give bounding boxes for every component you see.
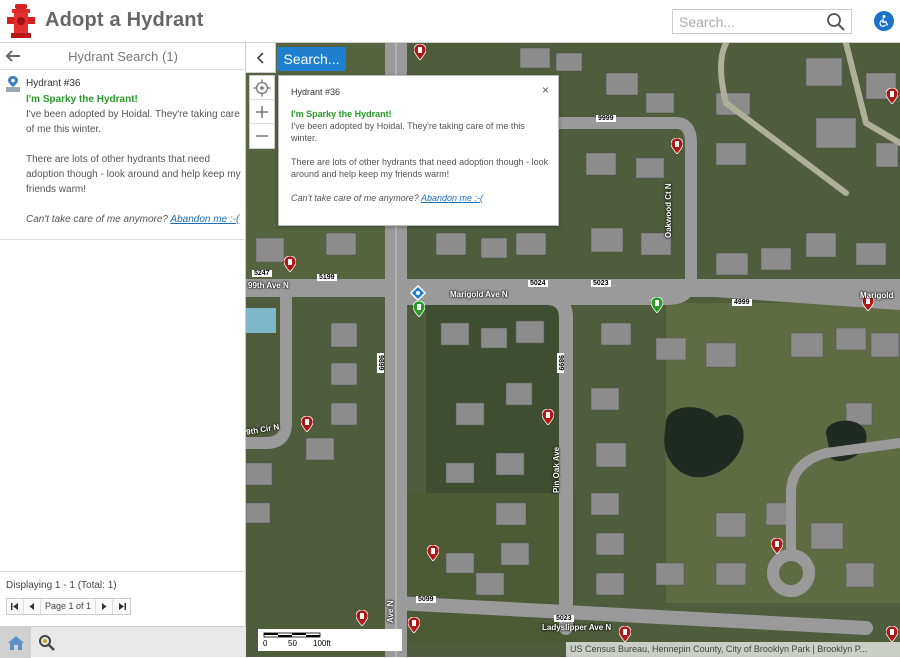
hydrant-marker[interactable]: [542, 409, 554, 425]
search-icon[interactable]: [826, 12, 846, 32]
prev-page-button[interactable]: [24, 599, 41, 614]
collapse-sidebar-button[interactable]: [246, 43, 276, 73]
result-message: There are lots of other hydrants that ne…: [26, 154, 241, 195]
zoom-in-button[interactable]: [250, 100, 274, 124]
popup-abandon-question: Can't take care of me anymore?: [291, 193, 419, 203]
result-title: Hydrant #36: [26, 78, 81, 89]
result-body: I'm Sparky the Hydrant! I've been adopte…: [26, 92, 241, 227]
street-label: Pin Oak Ave: [552, 446, 561, 493]
popup-message: There are lots of other hydrants that ne…: [291, 157, 549, 179]
abandon-link[interactable]: Abandon me :-(: [170, 214, 239, 225]
hydrant-marker[interactable]: [301, 416, 313, 432]
result-abandon-line: Can't take care of me anymore? Abandon m…: [26, 212, 241, 227]
address-label: 5247: [252, 270, 272, 277]
popup-abandon-line: Can't take care of me anymore? Abandon m…: [291, 192, 551, 204]
street-label: Ladyslipper Ave N: [542, 623, 612, 632]
hydrant-marker[interactable]: [886, 626, 898, 642]
hydrant-marker[interactable]: [408, 617, 420, 633]
plus-icon: [256, 105, 268, 118]
map-view[interactable]: 99th Ave N Marigold Ave N Marigold Oakwo…: [246, 43, 900, 657]
prev-page-icon: [29, 603, 34, 610]
pager: Page 1 of 1: [6, 598, 132, 615]
selected-hydrant-marker[interactable]: [410, 285, 426, 301]
results-count: Displaying 1 - 1 (Total: 1): [0, 571, 246, 597]
map-pin-icon: [6, 76, 20, 92]
scale-bar: 0 50 100ft: [258, 629, 402, 651]
sidebar-tabs: [0, 626, 246, 658]
popup-title: Hydrant #36: [291, 87, 341, 97]
scale-tick-0: 0: [263, 639, 268, 648]
locate-icon: [253, 79, 271, 96]
home-icon: [7, 635, 24, 650]
locate-button[interactable]: [250, 76, 274, 100]
street-label: Ave N: [386, 600, 395, 623]
abandon-question: Can't take care of me anymore?: [26, 214, 168, 225]
result-heading: I'm Sparky the Hydrant!: [26, 94, 138, 105]
app-header: Adopt a Hydrant: [0, 0, 900, 43]
address-label: 5099: [416, 596, 436, 603]
first-page-icon: [11, 603, 18, 610]
search-input[interactable]: [673, 10, 818, 33]
next-page-icon: [102, 603, 107, 610]
hydrant-marker[interactable]: [414, 44, 426, 60]
street-label: Marigold: [860, 291, 894, 300]
address-label: 5023: [554, 615, 574, 622]
popup-heading: I'm Sparky the Hydrant!: [291, 109, 392, 119]
first-page-button[interactable]: [7, 599, 24, 614]
hydrant-popup: Hydrant #36 × I'm Sparky the Hydrant! I'…: [278, 75, 559, 226]
tab-home[interactable]: [0, 627, 31, 658]
street-label: 99th Ave N: [248, 281, 289, 290]
hydrant-marker[interactable]: [671, 138, 683, 154]
address-label: 5023: [591, 280, 611, 287]
map-search-button[interactable]: Search...: [277, 47, 346, 71]
page-label: Page 1 of 1: [41, 599, 97, 614]
last-page-icon: [118, 603, 126, 610]
next-page-button[interactable]: [96, 599, 114, 614]
scale-tick-50: 50: [288, 639, 297, 648]
address-label: 5199: [317, 274, 337, 281]
map-attribution: US Census Bureau, Hennepin County, City …: [566, 642, 900, 657]
accessibility-icon: [879, 15, 889, 27]
accessibility-button[interactable]: [874, 11, 894, 31]
hydrant-marker[interactable]: [427, 545, 439, 561]
scale-tick-100: 100ft: [313, 639, 331, 648]
hydrant-logo-icon: [7, 4, 35, 38]
hydrant-marker-adopted[interactable]: [413, 301, 425, 317]
zoom-out-button[interactable]: [250, 124, 274, 148]
address-label: 4999: [732, 299, 752, 306]
popup-body: I'm Sparky the Hydrant! I've been adopte…: [291, 108, 551, 204]
address-label: 9899: [377, 353, 384, 373]
hydrant-marker-adopted[interactable]: [651, 297, 663, 313]
tab-search[interactable]: [31, 627, 62, 658]
popup-abandon-link[interactable]: Abandon me :-(: [421, 193, 483, 203]
zoom-control: [249, 75, 275, 149]
last-page-button[interactable]: [113, 599, 130, 614]
app-title: Adopt a Hydrant: [45, 9, 204, 31]
popup-close-button[interactable]: ×: [542, 83, 549, 97]
street-label: Marigold Ave N: [450, 290, 508, 299]
address-label: 9999: [596, 115, 616, 122]
sidebar-header: Hydrant Search (1): [0, 43, 246, 70]
search-result-item[interactable]: Hydrant #36 I'm Sparky the Hydrant! I've…: [0, 70, 246, 240]
sidebar: Hydrant Search (1) Hydrant #36 I'm Spark…: [0, 43, 246, 658]
address-label: 5024: [528, 280, 548, 287]
address-label: 9899: [557, 353, 564, 373]
magnifier-icon: [38, 634, 55, 651]
sidebar-title: Hydrant Search (1): [68, 49, 178, 64]
hydrant-marker[interactable]: [886, 88, 898, 104]
hydrant-marker[interactable]: [771, 538, 783, 554]
result-adopted-text: I've been adopted by Hoidal. They're tak…: [26, 109, 240, 135]
hydrant-marker[interactable]: [284, 256, 296, 272]
popup-adopted-text: I've been adopted by Hoidal. They're tak…: [291, 121, 525, 143]
hydrant-marker[interactable]: [356, 610, 368, 626]
hydrant-marker[interactable]: [619, 626, 631, 642]
chevron-left-icon: [256, 51, 264, 64]
header-search[interactable]: [672, 9, 852, 34]
street-label: Oakwood Ct N: [664, 183, 673, 238]
minus-icon: [256, 135, 268, 137]
